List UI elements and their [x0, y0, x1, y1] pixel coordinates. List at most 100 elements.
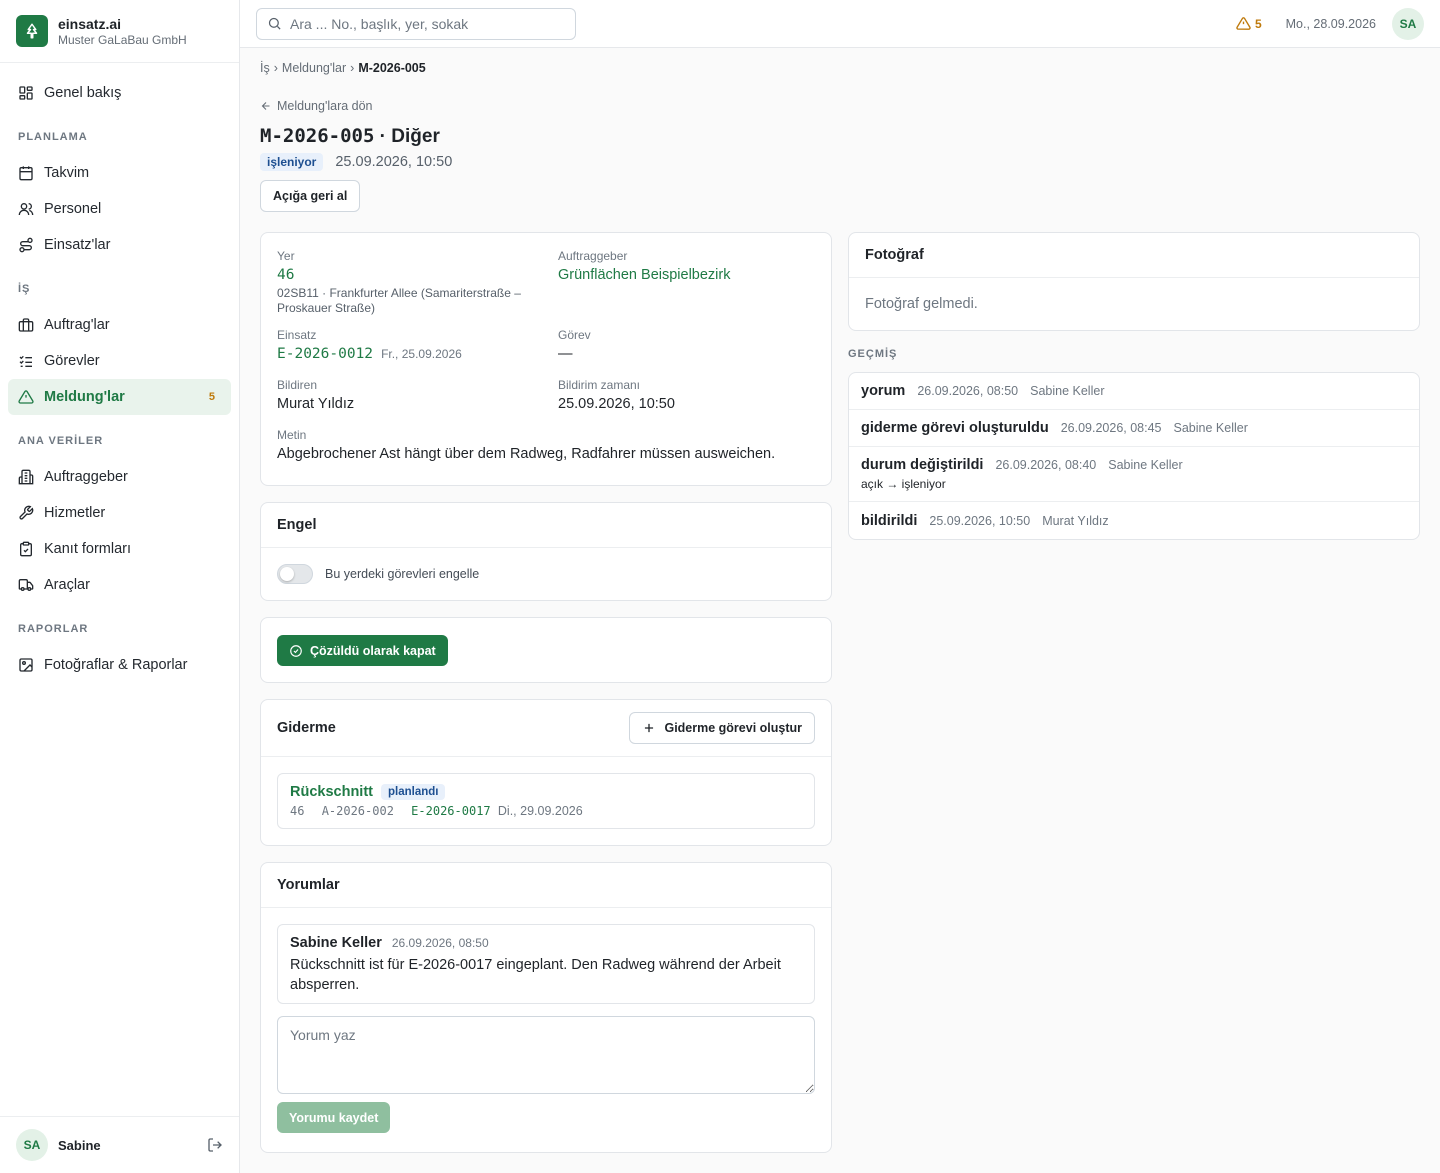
- plus-icon: [645, 723, 654, 733]
- field-label: Bildiren: [277, 378, 318, 392]
- nav-label: Auftraggeber: [44, 469, 128, 485]
- reporter-value: Murat Yıldız: [277, 396, 355, 412]
- remedy-einsatz-link[interactable]: E-2026-0017: [411, 804, 490, 818]
- einsatz-link[interactable]: E-2026-0012: [277, 346, 373, 362]
- comment-date: 26.09.2026, 08:50: [391, 936, 489, 950]
- status-row: işleniyor 25.09.2026, 10:50: [260, 152, 1420, 172]
- field-task: Görev —: [558, 328, 815, 366]
- reported-at-value: 25.09.2026, 10:50: [558, 396, 675, 412]
- avatar[interactable]: SA: [16, 1129, 48, 1161]
- nav-item-calendar[interactable]: Takvim: [8, 155, 231, 191]
- resolve-button-label: Çözüldü olarak kapat: [310, 643, 436, 658]
- topbar-right: 5 Mo., 28.09.2026 SA: [1236, 7, 1424, 40]
- client-link[interactable]: Grünflächen Beispielbezirk: [558, 267, 815, 283]
- report-category: · Diğer: [374, 126, 440, 147]
- photo-card: Fotoğraf Fotoğraf gelmedi.: [848, 232, 1420, 331]
- place-address: 02SB11 · Frankfurter Allee (Samariterstr…: [277, 286, 521, 315]
- breadcrumb-root[interactable]: İş: [260, 61, 270, 75]
- breadcrumb-separator: ›: [350, 61, 355, 75]
- status-badge: işleniyor: [260, 153, 324, 171]
- nav-item-reports[interactable]: Meldung'lar 5: [8, 379, 231, 415]
- arrow-left-icon: [261, 102, 270, 110]
- nav-label: Fotoğraflar & Raporlar: [44, 657, 188, 673]
- calendar-icon: [19, 166, 33, 181]
- back-link[interactable]: Meldung'lara dön: [260, 98, 1420, 114]
- search-icon: [268, 17, 281, 30]
- history-row: yorum 26.09.2026, 08:50 Sabine Keller: [849, 373, 1419, 410]
- history-user: Sabine Keller: [1173, 421, 1248, 435]
- nav-item-staff[interactable]: Personel: [8, 191, 231, 227]
- warning-icon: [18, 390, 34, 404]
- breadcrumb-parent[interactable]: Meldung'lar: [282, 61, 346, 75]
- history-date: 25.09.2026, 10:50: [929, 513, 1031, 528]
- nav-label: Kanıt formları: [44, 541, 132, 557]
- search-box[interactable]: [256, 7, 576, 40]
- nav-item-photos[interactable]: Fotoğraflar & Raporlar: [8, 647, 231, 683]
- nav-section-master-data: ANA VERİLER: [18, 435, 104, 447]
- check-circle-icon: [290, 644, 302, 657]
- search-input[interactable]: [290, 15, 565, 32]
- page-title: M-2026-005 · Diğer: [260, 124, 1420, 148]
- remedy-date: Di., 29.09.2026: [497, 804, 583, 818]
- back-link-label: Meldung'lara dön: [277, 99, 373, 113]
- remedy-task-name[interactable]: Rückschnitt: [290, 784, 373, 800]
- alerts-indicator[interactable]: 5: [1236, 16, 1262, 31]
- history-row: giderme görevi oluşturuldu 26.09.2026, 0…: [849, 410, 1419, 447]
- remedy-task-item[interactable]: Rückschnitt planlandı 46 A-2026-002 E-20…: [277, 773, 815, 829]
- nav-item-deployments[interactable]: Einsatz'lar: [8, 227, 231, 263]
- checklist-icon: [19, 355, 32, 367]
- block-tasks-toggle[interactable]: [277, 564, 313, 584]
- sidebar-footer: SA Sabine: [0, 1116, 239, 1173]
- nav-item-orders[interactable]: Auftrag'lar: [8, 307, 231, 343]
- logout-icon[interactable]: [207, 1137, 223, 1153]
- comment-input[interactable]: [277, 1016, 815, 1094]
- history-change: açık → işleniyor: [861, 477, 946, 491]
- topbar-avatar[interactable]: SA: [1392, 7, 1424, 40]
- history-action: durum değiştirildi: [861, 457, 984, 473]
- resolve-button[interactable]: Çözüldü olarak kapat: [277, 635, 448, 666]
- brand[interactable]: einsatz.ai Muster GaLaBau GmbH: [0, 0, 239, 63]
- revert-to-open-button[interactable]: Açığa geri al: [260, 180, 361, 212]
- photo-empty-message: Fotoğraf gelmedi.: [865, 296, 978, 312]
- place-link[interactable]: 46: [277, 267, 558, 283]
- comment-text: Rückschnitt ist für E-2026-0017 eingepla…: [290, 957, 781, 993]
- wrench-icon: [19, 505, 34, 520]
- main-nav: Genel bakış PLANLAMA Takvim Personel Ein…: [0, 63, 239, 683]
- history-user: Sabine Keller: [1030, 384, 1105, 398]
- history-action: giderme görevi oluşturuldu: [861, 420, 1049, 436]
- nav-item-vehicles[interactable]: Araçlar: [8, 567, 231, 603]
- dashboard-icon: [19, 86, 33, 100]
- route-icon: [19, 237, 33, 253]
- nav-section-reports: RAPORLAR: [18, 623, 89, 635]
- field-reporter: Bildiren Murat Yıldız: [277, 378, 558, 416]
- card-title: Engel: [261, 503, 831, 548]
- field-label: Bildirim zamanı: [558, 378, 641, 392]
- nav-item-forms[interactable]: Kanıt formları: [8, 531, 231, 567]
- history-action: yorum: [861, 383, 906, 399]
- alerts-count: 5: [1254, 16, 1262, 31]
- card-title: Fotoğraf: [849, 233, 1419, 278]
- report-details-card: Yer 46 02SB11 · Frankfurter Allee (Samar…: [260, 232, 832, 486]
- user-name: Sabine: [58, 1137, 101, 1153]
- nav-item-clients[interactable]: Auftraggeber: [8, 459, 231, 495]
- nav-label: Araçlar: [44, 577, 90, 593]
- brand-company: Muster GaLaBau GmbH: [58, 32, 187, 47]
- save-comment-button[interactable]: Yorumu kaydet: [277, 1102, 391, 1133]
- toggle-label: Bu yerdeki görevleri engelle: [325, 567, 480, 581]
- nav-label: Personel: [44, 201, 102, 217]
- create-remedy-task-button[interactable]: Giderme görevi oluştur: [629, 712, 815, 744]
- comment-author: Sabine Keller: [290, 935, 382, 951]
- comments-card: Yorumlar Sabine Keller 26.09.2026, 08:50…: [260, 862, 832, 1153]
- nav-item-overview[interactable]: Genel bakış: [8, 75, 231, 111]
- remedy-card: Giderme Giderme görevi oluştur Rückschni…: [260, 699, 832, 846]
- task-value: —: [558, 346, 573, 362]
- nav-label: Auftrag'lar: [44, 317, 110, 333]
- field-label: Einsatz: [277, 328, 317, 342]
- field-label: Yer: [277, 249, 295, 263]
- tree-icon: [16, 15, 48, 47]
- nav-item-services[interactable]: Hizmetler: [8, 495, 231, 531]
- nav-item-tasks[interactable]: Görevler: [8, 343, 231, 379]
- comment-item: Sabine Keller 26.09.2026, 08:50 Rückschn…: [277, 924, 815, 1004]
- remedy-status-badge: planlandı: [381, 784, 446, 800]
- image-icon: [19, 658, 33, 672]
